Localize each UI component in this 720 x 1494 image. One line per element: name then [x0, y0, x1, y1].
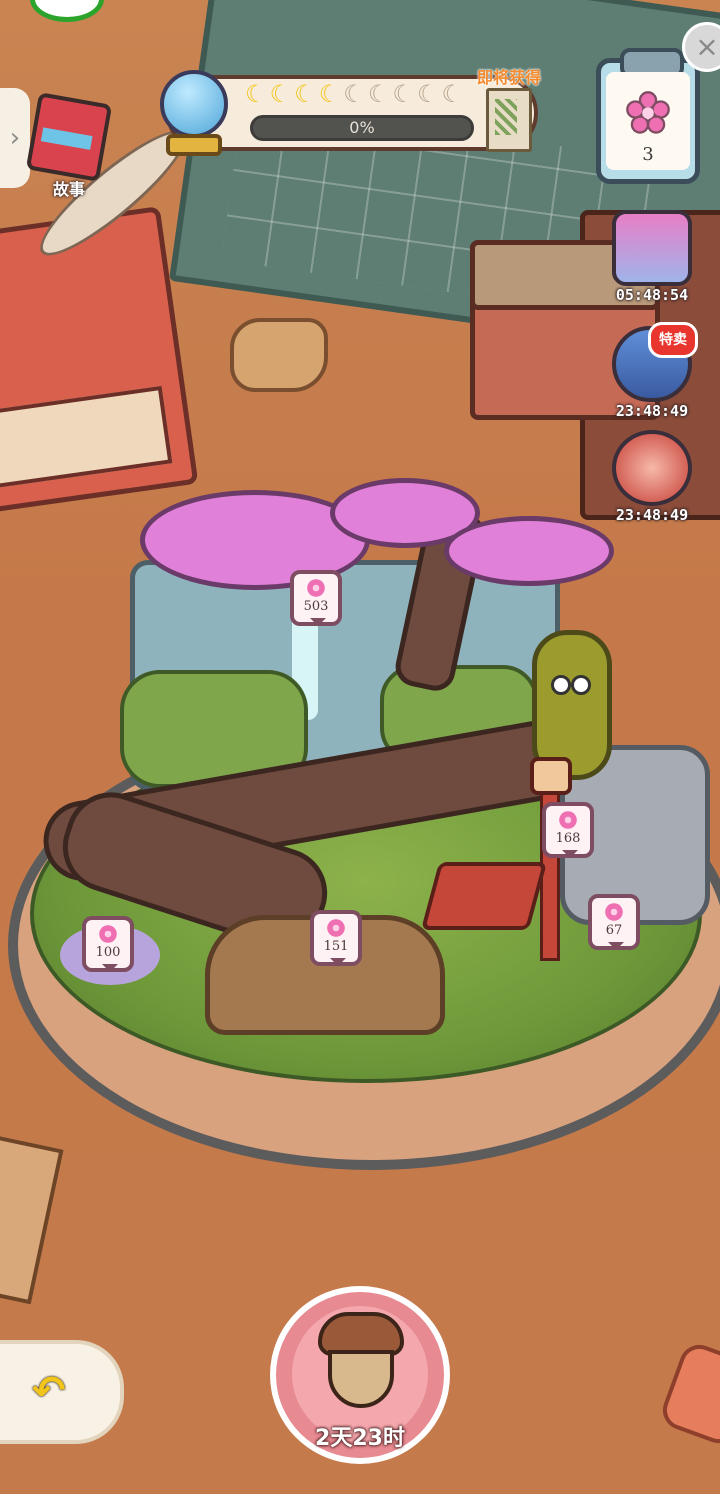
moon-icon: ☾	[245, 80, 267, 108]
clipboard-paper: 3	[606, 72, 690, 170]
pink-flower-icon	[307, 579, 325, 597]
offer-timer: 05:48:54	[615, 286, 689, 304]
flower-pin-67[interactable]: 67	[588, 894, 640, 950]
story-book-icon	[25, 92, 113, 182]
moon-icon: ☾	[367, 80, 390, 108]
piggy-bank-icon	[612, 430, 692, 506]
task-count: 3	[642, 144, 654, 165]
flower-pin-168[interactable]: 168	[542, 802, 594, 858]
acorn-timer: 2天23时	[315, 1426, 405, 1451]
street-lamp-head	[530, 757, 572, 795]
progress-percent: 0%	[349, 118, 375, 137]
moon-icon: ☾	[294, 80, 316, 108]
pin-value: 151	[323, 939, 349, 954]
park-bench	[420, 862, 548, 930]
sale-badge: 特卖	[648, 322, 698, 358]
flower-pin-151[interactable]: 151	[310, 910, 362, 966]
story-button[interactable]: 故事	[25, 92, 113, 199]
pink-flower-icon	[626, 91, 670, 134]
offer-piggy-bank[interactable]: 23:48:49	[604, 430, 700, 524]
moon-icon: ☾	[269, 80, 292, 108]
pink-flower-icon	[559, 811, 577, 829]
upcoming-reward-label: 即将获得	[476, 68, 541, 87]
back-button[interactable]: ↶	[0, 1340, 124, 1444]
expand-side-tab[interactable]: ›	[0, 88, 30, 188]
pin-value: 100	[95, 945, 121, 960]
offer-timer: 23:48:49	[615, 506, 689, 524]
moon-progress-row: ☾ ☾ ☾ ☾ ☾ ☾ ☾ ☾ ☾	[244, 82, 464, 110]
puzzle-piece	[230, 318, 328, 392]
back-arrow-icon: ↶	[32, 1368, 66, 1414]
moon-icon: ☾	[343, 80, 365, 108]
moon-icon: ☾	[441, 80, 464, 108]
progress-bar: 0%	[250, 115, 474, 141]
cactus-eye-right	[571, 675, 591, 695]
cherry-blossom-right	[444, 516, 614, 586]
pin-value: 67	[605, 923, 623, 938]
pink-flower-icon	[327, 919, 345, 937]
moon-icon: ☾	[416, 80, 439, 108]
offer-flower-gift[interactable]: 05:48:54	[604, 210, 700, 304]
moon-icon: ☾	[318, 80, 341, 108]
pin-value: 503	[303, 599, 329, 614]
offer-timer: 23:48:49	[615, 402, 689, 420]
tapestry-reward-icon[interactable]	[486, 88, 532, 152]
flower-pin-100[interactable]: 100	[82, 916, 134, 972]
pink-flower-icon	[99, 925, 117, 943]
flower-pin-503[interactable]: 503	[290, 570, 342, 626]
story-label: 故事	[52, 180, 85, 199]
flower-gift-box-icon	[612, 210, 692, 286]
moon-icon: ☾	[392, 80, 414, 108]
cactus-eye-left	[551, 675, 571, 695]
pin-value: 168	[555, 831, 581, 846]
snow-globe-icon	[158, 70, 230, 156]
acorn-icon	[318, 1312, 404, 1412]
pink-flower-icon	[605, 903, 623, 921]
